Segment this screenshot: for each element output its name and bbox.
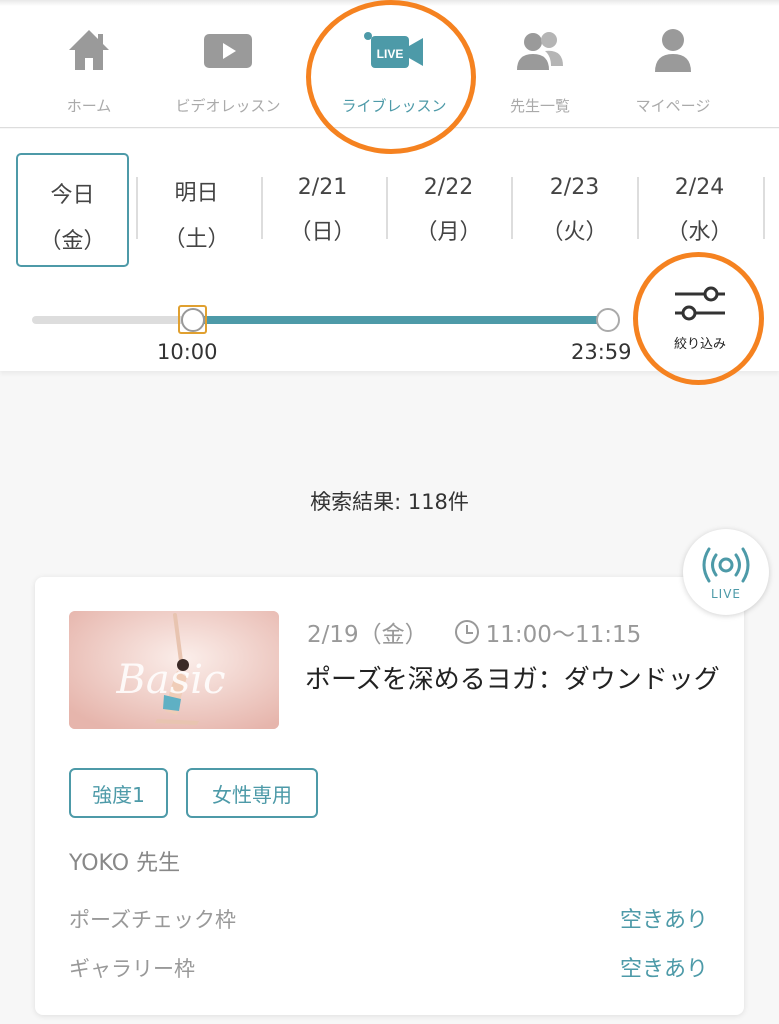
date-tab-2-24[interactable]: 2/24 （水） [643,153,756,267]
highlight-ring-live-tab [306,0,476,154]
nav-label-video-lesson: ビデオレッスン [175,97,281,115]
date-tab-date: 明日 [174,181,219,206]
date-tab-today[interactable]: 今日 （金） [16,153,129,267]
lesson-thumbnail: Basic [69,611,279,729]
date-tab-weekday: （土） [163,227,230,252]
nav-label-home: ホーム [66,97,112,115]
date-tab-date: 2/22 [423,175,474,200]
nav-item-video-lesson[interactable]: ビデオレッスン [153,26,303,116]
lesson-title: ポーズを深めるヨガ：ダウンドッグ [305,665,720,695]
date-divider [386,177,388,239]
home-icon [69,30,109,70]
nav-label-teachers: 先生一覧 [509,97,570,115]
date-tab-date: 2/23 [549,175,600,200]
clock-icon [454,620,479,644]
time-start-label: 10:00 [157,340,218,364]
nav-item-mypage[interactable]: マイページ [598,26,748,116]
time-range-selected [193,316,608,324]
date-tab-date: 今日 [50,183,95,208]
video-play-icon [204,34,252,68]
yoga-pose-illustration: Basic [69,611,279,729]
date-tab-date: 2/24 [674,175,725,200]
date-tab-weekday: （月） [415,220,482,245]
date-tab-weekday: （日） [289,220,356,245]
slot-status-gallery: 空きあり [619,957,708,982]
slot-status-pose-check: 空きあり [619,908,708,933]
nav-label-mypage: マイページ [635,97,711,115]
search-results-count: 検索結果: 118件 [310,490,469,514]
date-tab-2-22[interactable]: 2/22 （月） [392,153,505,267]
date-tab-tomorrow[interactable]: 明日 （土） [140,153,253,267]
date-divider [637,177,639,239]
time-end-handle[interactable] [596,308,620,332]
date-divider [261,177,263,239]
nav-item-home[interactable]: ホーム [14,26,164,116]
live-badge: LIVE [683,529,769,615]
tag-intensity: 強度1 [69,768,168,818]
nav-item-teachers[interactable]: 先生一覧 [465,26,615,116]
lesson-date: 2/19（金） [307,622,428,648]
tag-women-only: 女性専用 [186,768,318,818]
people-icon [517,32,563,70]
date-tab-2-23[interactable]: 2/23 （火） [518,153,631,267]
date-tab-date: 2/21 [297,175,348,200]
lesson-datetime: 2/19（金） 11:00〜11:15 [307,615,641,649]
date-tab-2-21[interactable]: 2/21 （日） [266,153,379,267]
date-divider [511,177,513,239]
date-divider [136,177,138,239]
slot-label-pose-check: ポーズチェック枠 [69,908,236,932]
highlight-ring-filter [633,252,764,385]
date-divider [763,177,765,239]
lesson-card[interactable]: Basic 2/19（金） 11:00〜11:15 ポーズを深めるヨガ：ダウンド… [35,577,744,1015]
slot-label-gallery: ギャラリー枠 [69,957,195,981]
date-tab-weekday: （火） [541,220,608,245]
thumbnail-overlay-text: Basic [116,657,226,703]
teacher-name: YOKO 先生 [69,851,181,876]
time-end-label: 23:59 [571,340,632,364]
lesson-time: 11:00〜11:15 [485,622,642,648]
time-start-handle[interactable] [181,308,205,332]
person-icon [655,29,691,72]
date-tab-weekday: （金） [39,229,106,254]
date-tab-weekday: （水） [666,220,733,245]
live-badge-label: LIVE [710,587,741,601]
broadcast-icon [702,547,750,583]
